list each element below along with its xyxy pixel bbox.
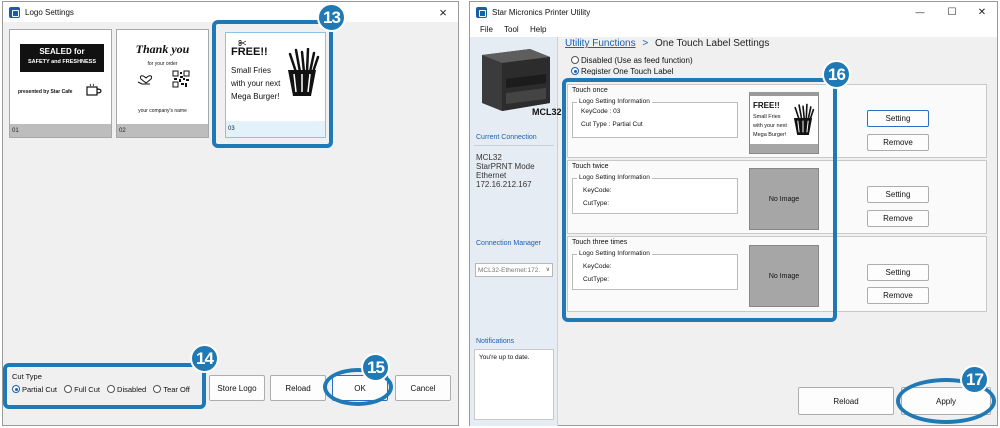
reload-button[interactable]: Reload [270,375,326,401]
connection-line-2: StarPRNT Mode [476,162,535,171]
menu-bar: File Tool Help [470,22,997,37]
callout-16-highlight [562,78,837,322]
maximize-icon[interactable]: ☐ [937,2,967,22]
chevron-down-icon: ∨ [545,267,550,273]
connection-line-1: MCL32 [476,153,502,162]
callout-17-badge: 17 [960,365,989,394]
touch-once-remove-button[interactable]: Remove [867,134,929,151]
utility-titlebar: Star Micronics Printer Utility — ☐ ✕ [470,2,997,22]
minimize-icon[interactable]: — [905,2,935,22]
callout-13-badge: 13 [317,3,346,32]
logo-thumbnail-01[interactable]: SEALED for SAFETY and FRESHNESS presente… [9,29,112,138]
close-icon[interactable]: × [428,2,458,22]
thumb-01-line2: SAFETY and FRESHNESS [27,59,97,65]
callout-14-badge: 14 [190,344,219,373]
app-icon [476,6,487,18]
notifications-title: Notifications [476,338,515,345]
thumb-01-line1: SEALED for [39,47,85,56]
mode-option-disabled[interactable]: Disabled (Use as feed function) [571,56,693,65]
logo-thumbnail-02[interactable]: Thank you for your order your company's … [116,29,209,138]
store-logo-button[interactable]: Store Logo [209,375,265,401]
touch-twice-remove-button[interactable]: Remove [867,210,929,227]
connection-divider [474,145,554,146]
callout-13-highlight [212,20,333,148]
touch-three-times-remove-button[interactable]: Remove [867,287,929,304]
callout-15-badge: 15 [361,353,390,382]
sidebar: MCL32 Current Connection MCL32 StarPRNT … [470,37,562,426]
utility-reload-button[interactable]: Reload [798,387,894,415]
printer-model-label: MCL32 [532,107,562,117]
breadcrumb: Utility Functions > One Touch Label Sett… [565,38,769,49]
thumb-01-banner: SEALED for SAFETY and FRESHNESS [20,44,104,72]
notifications-text: You're up to date. [479,354,530,361]
menu-file[interactable]: File [480,25,493,34]
connection-line-3: Ethernet [476,171,507,180]
qr-code-icon [172,70,190,88]
mode-option-register[interactable]: Register One Touch Label [571,67,673,75]
menu-help[interactable]: Help [530,25,546,34]
radio-selected-icon[interactable] [571,67,579,75]
callout-14-highlight [3,363,206,409]
window-title: Logo Settings [25,7,74,17]
callout-16-badge: 16 [822,60,851,89]
connection-line-4: 172.16.212.167 [476,180,532,189]
cafe-cup-icon [86,83,102,96]
cancel-button[interactable]: Cancel [395,375,451,401]
thumb-01-index: 01 [10,124,111,137]
thumb-02-line2: for your order [147,61,178,67]
thumb-02-index: 02 [117,124,208,137]
breadcrumb-current: One Touch Label Settings [654,38,770,49]
breadcrumb-separator: > [642,38,649,49]
thumb-02-line3: your company's name [138,108,187,114]
breadcrumb-link[interactable]: Utility Functions [565,38,636,49]
connection-dropdown-value: MCL32-Ethernet:172. [478,267,541,274]
connection-manager-title[interactable]: Connection Manager [476,240,541,247]
close-icon[interactable]: ✕ [967,2,997,22]
radio-icon[interactable] [571,56,579,64]
connection-dropdown[interactable]: MCL32-Ethernet:172. ∨ [475,263,553,277]
touch-twice-setting-button[interactable]: Setting [867,186,929,203]
logo-settings-titlebar: Logo Settings × [3,2,458,22]
window-title: Star Micronics Printer Utility [492,7,591,17]
touch-once-setting-button[interactable]: Setting [867,110,929,127]
menu-tool[interactable]: Tool [504,25,519,34]
thumb-02-line1: Thank you [135,42,190,56]
touch-three-times-setting-button[interactable]: Setting [867,264,929,281]
notifications-box: You're up to date. [474,349,554,420]
current-connection-title: Current Connection [476,134,537,141]
thumb-01-line3: presented by Star Cafe [18,89,73,95]
app-icon [9,6,20,18]
hand-heart-icon [137,75,153,85]
